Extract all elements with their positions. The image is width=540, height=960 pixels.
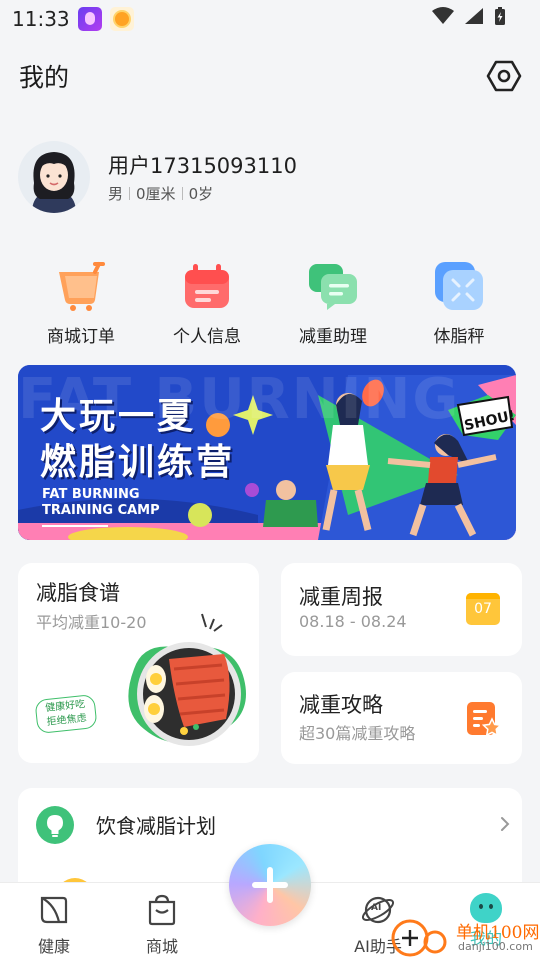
card-subtitle: 08.18 - 08.24 bbox=[299, 612, 407, 631]
shopping-bag-icon bbox=[148, 894, 176, 926]
plus-icon bbox=[252, 867, 288, 903]
ai-badge: AI bbox=[371, 903, 382, 913]
card-title: 减重攻略 bbox=[299, 693, 383, 717]
weekly-calendar-icon: 07 bbox=[466, 593, 500, 625]
shopping-cart-icon bbox=[59, 262, 105, 311]
nav-label: 健康 bbox=[37, 937, 70, 956]
user-age: 0岁 bbox=[188, 185, 214, 203]
battery-icon bbox=[495, 7, 505, 25]
watermark-url: danji100.com bbox=[458, 940, 533, 953]
card-recipe[interactable]: 减脂食谱 平均减重10-20 健康好吃 拒绝焦虑 bbox=[18, 563, 259, 763]
settings-icon[interactable] bbox=[486, 58, 522, 94]
status-time: 11:33 bbox=[12, 7, 70, 31]
user-meta: 男 0厘米 0岁 bbox=[108, 183, 213, 204]
chevron-right-icon bbox=[501, 817, 510, 831]
quick-action-label: 商城订单 bbox=[47, 327, 115, 347]
watermark-logo-icon bbox=[391, 919, 447, 957]
card-subtitle: 超30篇减重攻略 bbox=[299, 724, 416, 743]
banner-title-line-1: 大玩一夏 bbox=[40, 396, 197, 437]
weekly-badge-text: 07 bbox=[474, 601, 492, 617]
quick-action-personal-info[interactable]: 个人信息 bbox=[152, 258, 262, 348]
banner-arrow bbox=[42, 525, 108, 527]
quick-action-label: 体脂秤 bbox=[433, 327, 485, 347]
user-name[interactable]: 用户17315093110 bbox=[108, 150, 297, 180]
user-gender: 男 bbox=[108, 185, 124, 203]
banner-en-line-1: FAT BURNING bbox=[42, 487, 140, 502]
divider bbox=[181, 187, 183, 200]
list-item-label: 饮食减脂计划 bbox=[96, 814, 216, 838]
quick-action-mall-orders[interactable]: 商城订单 bbox=[26, 258, 136, 348]
avatar-illustration-icon bbox=[32, 152, 76, 213]
bulb-icon bbox=[36, 806, 74, 844]
nav-tab-health[interactable]: 健康 bbox=[14, 893, 94, 957]
banner-title-line-2: 燃脂训练营 bbox=[40, 442, 236, 483]
scale-icon bbox=[435, 262, 483, 310]
sun-app-icon bbox=[109, 7, 134, 31]
divider bbox=[129, 187, 131, 200]
card-weekly-report[interactable]: 减重周报 08.18 - 08.24 07 bbox=[281, 563, 522, 656]
podcast-app-icon bbox=[77, 7, 102, 31]
recipe-tag: 健康好吃 拒绝焦虑 bbox=[34, 693, 98, 735]
leaf-icon bbox=[40, 896, 68, 924]
avatar[interactable] bbox=[18, 141, 90, 213]
calendar-icon bbox=[185, 264, 229, 308]
quick-action-label: 个人信息 bbox=[173, 327, 241, 347]
banner-en-line-2: TRAINING CAMP bbox=[42, 503, 160, 518]
quick-action-weight-assistant[interactable]: 减重助理 bbox=[278, 258, 388, 348]
add-record-button[interactable] bbox=[229, 844, 311, 926]
status-bar: 11:33 bbox=[0, 0, 540, 38]
quick-action-body-fat-scale[interactable]: 体脂秤 bbox=[404, 258, 514, 348]
promo-banner[interactable]: FAT BURNING 大玩一夏 燃脂训练营 FAT BURNING TRAIN… bbox=[18, 365, 516, 540]
guide-document-icon bbox=[467, 702, 502, 737]
lightbulb-glyph-icon bbox=[47, 815, 63, 837]
card-weight-guide[interactable]: 减重攻略 超30篇减重攻略 bbox=[281, 672, 522, 764]
page-title: 我的 bbox=[19, 63, 70, 92]
food-plate-icon bbox=[128, 613, 246, 746]
wifi-icon bbox=[432, 7, 454, 24]
chat-icon bbox=[309, 264, 357, 310]
nav-tab-mall[interactable]: 商城 bbox=[122, 893, 202, 957]
signal-icon bbox=[465, 8, 483, 24]
card-title: 减脂食谱 bbox=[36, 581, 120, 605]
card-title: 减重周报 bbox=[299, 585, 383, 609]
nav-label: 商城 bbox=[145, 937, 178, 956]
watermark: 单机100网 danji100.com bbox=[388, 912, 540, 960]
user-height: 0厘米 bbox=[136, 185, 176, 203]
quick-action-label: 减重助理 bbox=[299, 327, 367, 347]
